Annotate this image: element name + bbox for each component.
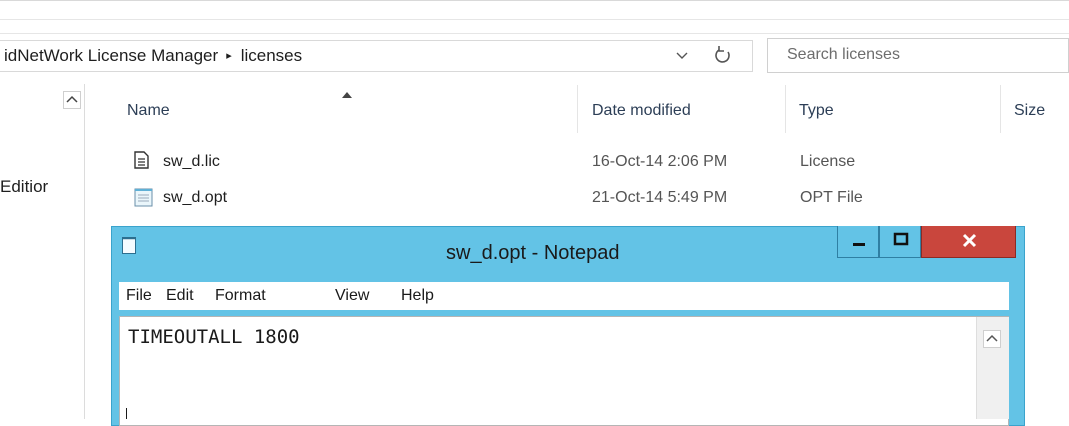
breadcrumb-parent[interactable]: idNetWork License Manager xyxy=(4,46,218,65)
column-header-name[interactable]: Name xyxy=(127,102,170,120)
breadcrumb-current[interactable]: licenses xyxy=(241,46,302,65)
sort-ascending-icon xyxy=(342,86,352,98)
column-header-size[interactable]: Size xyxy=(1014,102,1045,120)
search-placeholder: Search licenses xyxy=(787,46,900,63)
column-divider[interactable] xyxy=(1000,85,1001,133)
menu-help[interactable]: Help xyxy=(401,287,434,305)
scroll-up-icon[interactable] xyxy=(983,330,1001,348)
notepad-app-icon[interactable] xyxy=(122,236,136,254)
column-divider[interactable] xyxy=(785,85,786,133)
notepad-file-icon xyxy=(134,187,154,207)
history-dropdown-icon[interactable] xyxy=(676,48,688,64)
toolbar-border xyxy=(0,0,1069,1)
minimize-button[interactable] xyxy=(837,226,879,258)
refresh-icon[interactable] xyxy=(713,44,733,66)
file-date: 21-Oct-14 5:49 PM xyxy=(592,189,728,206)
column-divider[interactable] xyxy=(577,85,578,133)
maximize-button[interactable] xyxy=(879,226,921,258)
menu-edit[interactable]: Edit xyxy=(166,287,194,305)
file-date: 16-Oct-14 2:06 PM xyxy=(592,153,728,170)
file-name[interactable]: sw_d.lic xyxy=(163,153,220,171)
text-caret xyxy=(126,408,127,419)
menu-file[interactable]: File xyxy=(126,287,152,305)
nav-scroll-up-icon[interactable] xyxy=(63,91,81,109)
minimize-icon xyxy=(838,226,878,261)
file-name[interactable]: sw_d.opt xyxy=(163,189,227,207)
menu-format[interactable]: Format xyxy=(215,287,266,305)
notepad-content[interactable]: TIMEOUTALL 1800 xyxy=(128,326,300,348)
toolbar-divider xyxy=(0,19,1069,20)
column-header-type[interactable]: Type xyxy=(799,102,834,120)
close-icon xyxy=(922,226,1015,261)
breadcrumb: idNetWork License Manager ▸ licenses xyxy=(4,46,302,66)
file-type: License xyxy=(800,153,856,170)
column-header-date-modified[interactable]: Date modified xyxy=(592,102,691,120)
document-icon xyxy=(134,151,150,169)
nav-pane-divider[interactable] xyxy=(84,84,85,419)
nav-item-editior[interactable]: Editior xyxy=(0,177,48,197)
close-button[interactable] xyxy=(921,226,1016,258)
maximize-icon xyxy=(880,226,920,261)
breadcrumb-chevron-icon[interactable]: ▸ xyxy=(226,50,232,62)
notepad-title: sw_d.opt - Notepad xyxy=(446,242,620,264)
toolbar-divider-2 xyxy=(0,33,1069,34)
file-type: OPT File xyxy=(800,189,863,206)
menu-view[interactable]: View xyxy=(335,287,369,305)
